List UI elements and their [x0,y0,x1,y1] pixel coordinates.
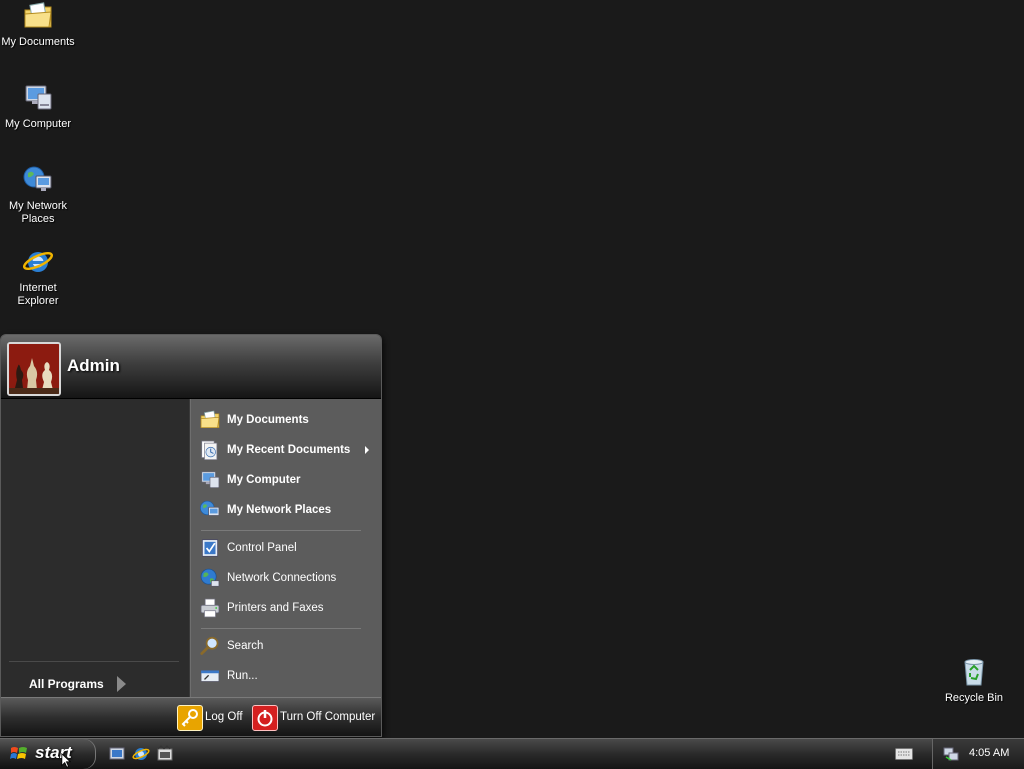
desktop-icon-label: My Network Places [8,200,68,225]
menu-item-my-documents[interactable]: My Documents [197,407,375,433]
keyboard-icon[interactable] [895,748,913,760]
my-documents-icon [24,2,52,28]
divider [9,661,179,662]
menu-item-label: Control Panel [227,542,297,554]
system-tray: 4:05 AM [932,739,1024,769]
printer-icon [200,598,220,618]
network-places-icon [200,500,220,516]
log-off-label: Log Off [205,711,243,723]
media-player-icon[interactable] [156,745,174,763]
start-menu-footer: Log Off Turn Off Computer [1,697,381,736]
divider [201,628,361,629]
key-icon [177,705,203,731]
desktop-icon-my-computer[interactable]: My Computer [0,82,76,131]
desktop-icon-label: My Documents [1,36,75,48]
internet-explorer-icon[interactable] [132,745,150,763]
taskbar: start 4:05 AM [0,738,1024,769]
desktop-icon-network-places[interactable]: My Network Places [0,164,76,226]
menu-item-label: My Computer [227,474,301,486]
menu-item-my-computer[interactable]: My Computer [197,467,375,493]
user-name: Admin [67,356,120,375]
menu-item-label: Network Connections [227,572,337,584]
divider [201,530,361,531]
desktop-icon-label: My Computer [4,118,72,130]
start-menu-header: Admin [1,335,381,399]
menu-item-label: My Network Places [227,504,332,516]
power-icon [252,705,278,731]
my-documents-icon [200,410,220,428]
menu-item-search[interactable]: Search [197,633,375,659]
desktop-icon-internet-explorer[interactable]: Internet Explorer [0,246,76,308]
start-button[interactable]: start [0,739,96,769]
menu-item-run[interactable]: Run... [197,663,375,689]
run-icon [200,670,220,682]
desktop-icon-my-documents[interactable]: My Documents [0,0,76,49]
windows-flag-icon [10,747,27,759]
my-computer-icon [25,85,52,110]
menu-item-label: My Recent Documents [227,444,351,456]
recent-documents-icon [201,440,218,460]
menu-item-label: My Documents [227,414,309,426]
menu-item-network-connections[interactable]: Network Connections [197,565,375,591]
menu-item-label: Printers and Faxes [227,602,324,614]
menu-item-label: Search [227,640,264,652]
pinned-programs-pane: All Programs [1,399,189,697]
all-programs-button[interactable]: All Programs [29,673,179,695]
chess-pieces-icon [9,344,59,394]
all-programs-label: All Programs [29,677,104,691]
start-menu: Admin All Programs My Documents My Recen [0,334,382,737]
internet-explorer-icon [22,251,54,272]
network-status-icon[interactable] [943,746,959,762]
user-avatar[interactable] [7,342,61,396]
search-icon [200,636,219,655]
menu-item-printers-and-faxes[interactable]: Printers and Faxes [197,595,375,621]
menu-item-my-recent-documents[interactable]: My Recent Documents [197,437,375,463]
control-panel-icon [202,539,218,557]
turn-off-label: Turn Off Computer [280,711,376,723]
menu-item-control-panel[interactable]: Control Panel [197,535,375,561]
network-places-icon [23,166,52,191]
places-pane: My Documents My Recent Documents My Comp… [190,399,381,697]
arrow-right-icon [117,676,126,692]
desktop-icon-label: Recycle Bin [944,692,1004,704]
clock[interactable]: 4:05 AM [969,747,1009,759]
menu-item-my-network-places[interactable]: My Network Places [197,497,375,523]
network-connections-icon [200,568,220,587]
recycle-bin-icon [964,659,984,686]
desktop-icon-label: Internet Explorer [17,282,59,307]
submenu-arrow-icon [365,446,369,454]
desktop-icon-recycle-bin[interactable]: Recycle Bin [936,656,1012,705]
mouse-cursor-icon [61,753,72,768]
show-desktop-icon[interactable] [108,745,126,763]
menu-item-label: Run... [227,670,258,682]
my-computer-icon [201,471,220,488]
